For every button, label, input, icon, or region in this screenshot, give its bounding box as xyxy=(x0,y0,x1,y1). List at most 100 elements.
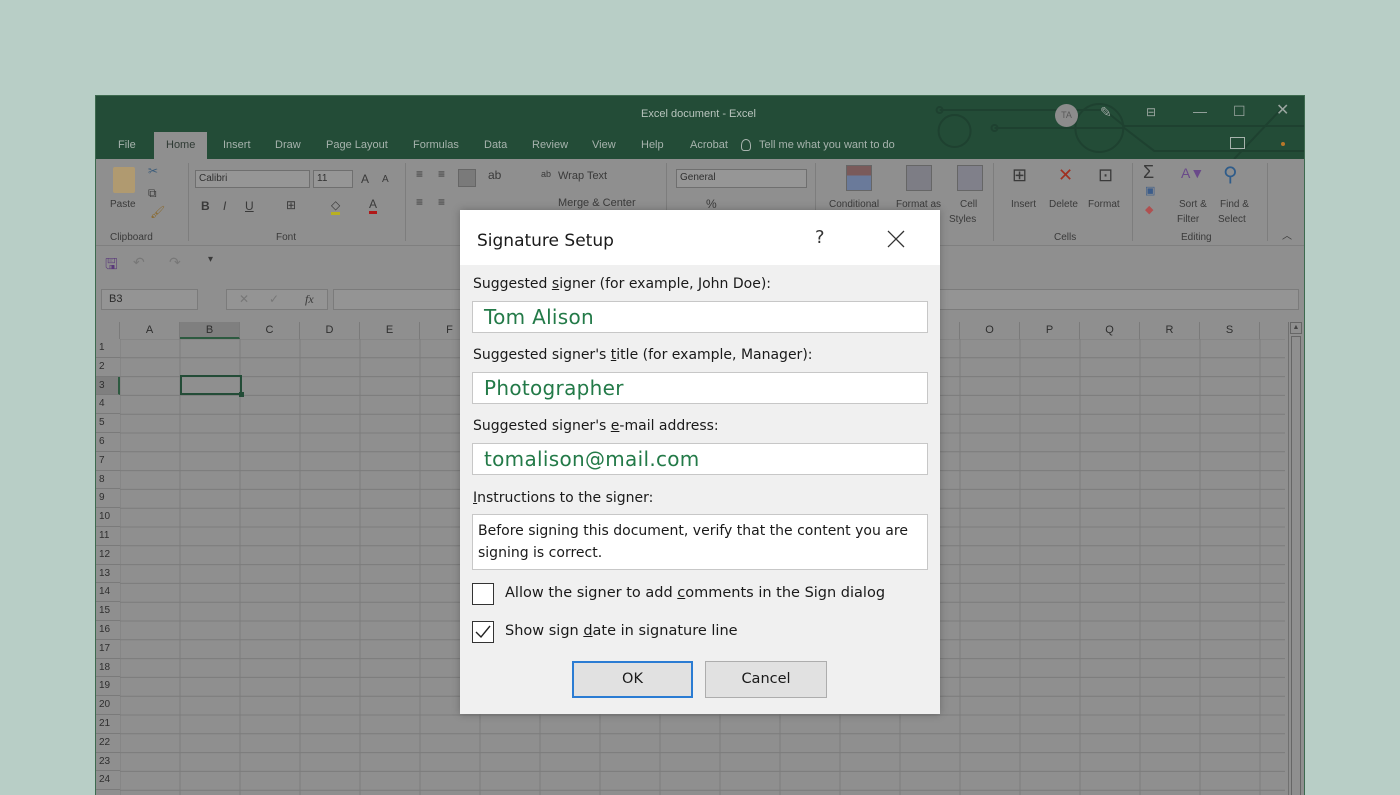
vertical-scrollbar[interactable]: ▲ xyxy=(1288,322,1302,795)
row-header-23[interactable]: 23 xyxy=(96,753,120,772)
copy-icon[interactable]: ⧉ xyxy=(148,186,157,201)
scroll-thumb[interactable] xyxy=(1291,336,1301,795)
row-header-9[interactable]: 9 xyxy=(96,489,120,509)
column-header-c[interactable]: C xyxy=(240,322,300,339)
row-header-15[interactable]: 15 xyxy=(96,602,120,621)
instructions-textarea[interactable]: Before signing this document, verify tha… xyxy=(472,514,928,570)
select-all-corner[interactable] xyxy=(96,322,120,339)
row-header-1[interactable]: 1 xyxy=(96,339,120,358)
row-header-19[interactable]: 19 xyxy=(96,677,120,697)
row-header-22[interactable]: 22 xyxy=(96,734,120,753)
cell-styles-button-line2[interactable]: Styles xyxy=(949,214,976,225)
fill-icon[interactable]: ▣ xyxy=(1145,184,1155,197)
conditional-formatting-icon[interactable] xyxy=(846,165,872,191)
row-header-3[interactable]: 3 xyxy=(96,376,120,396)
row-header-12[interactable]: 12 xyxy=(96,546,120,565)
row-header-16[interactable]: 16 xyxy=(96,621,120,640)
tab-acrobat[interactable]: Acrobat xyxy=(688,132,730,159)
decrease-font-icon[interactable]: A xyxy=(382,174,389,185)
row-header-17[interactable]: 17 xyxy=(96,640,120,659)
conditional-formatting-button[interactable]: Conditional xyxy=(829,199,879,210)
signer-title-input[interactable]: Photographer xyxy=(472,372,928,404)
find-select-button[interactable]: Find & xyxy=(1220,199,1249,210)
column-header-o[interactable]: O xyxy=(960,322,1020,339)
percent-button[interactable]: % xyxy=(706,197,717,211)
tab-data[interactable]: Data xyxy=(482,132,509,159)
signer-email-input[interactable]: tomalison@mail.com xyxy=(472,443,928,475)
sort-filter-button[interactable]: Sort & xyxy=(1179,199,1207,210)
column-header-d[interactable]: D xyxy=(300,322,360,339)
format-painter-icon[interactable]: 🖌 xyxy=(150,205,165,219)
number-format-select[interactable]: General xyxy=(676,169,807,188)
close-dialog-icon[interactable] xyxy=(885,228,907,250)
pen-icon[interactable]: ✎ xyxy=(1100,105,1112,119)
column-header-r[interactable]: R xyxy=(1140,322,1200,339)
align-left-icon[interactable]: ≡ xyxy=(416,195,423,209)
cell-styles-icon[interactable] xyxy=(957,165,983,191)
increase-font-icon[interactable]: A xyxy=(361,172,369,186)
clear-icon[interactable]: ◆ xyxy=(1145,203,1153,216)
italic-button[interactable]: I xyxy=(223,199,226,213)
insert-cells-icon[interactable]: ⊞ xyxy=(1012,165,1027,186)
tell-me-search[interactable]: Tell me what you want to do xyxy=(759,132,895,159)
save-icon[interactable]: 🖫 xyxy=(105,254,118,279)
confirm-entry-icon[interactable]: ✓ xyxy=(269,292,279,306)
selected-cell-b3[interactable] xyxy=(180,375,244,397)
name-box[interactable]: B3 xyxy=(101,289,198,310)
row-header-10[interactable]: 10 xyxy=(96,508,120,527)
column-header-a[interactable]: A xyxy=(120,322,180,339)
row-header-11[interactable]: 11 xyxy=(96,527,120,546)
minimize-icon[interactable]: — xyxy=(1193,104,1207,118)
borders-icon[interactable]: ⊞ xyxy=(286,198,296,212)
autosum-icon[interactable]: Σ xyxy=(1143,162,1154,183)
close-icon[interactable]: ✕ xyxy=(1276,103,1289,119)
row-header-6[interactable]: 6 xyxy=(96,433,120,452)
delete-cells-button[interactable]: Delete xyxy=(1049,199,1078,210)
tab-page-layout[interactable]: Page Layout xyxy=(324,132,390,159)
customize-qat-icon[interactable]: ▾ xyxy=(208,254,213,265)
format-cells-icon[interactable]: ⊡ xyxy=(1098,165,1113,186)
tab-formulas[interactable]: Formulas xyxy=(411,132,461,159)
comments-icon[interactable] xyxy=(1230,137,1245,149)
column-header-q[interactable]: Q xyxy=(1080,322,1140,339)
insert-function-icon[interactable]: fx xyxy=(305,292,314,307)
align-bottom-icon[interactable] xyxy=(458,169,476,187)
merge-center-button[interactable]: Merge & Center xyxy=(558,197,636,209)
undo-icon[interactable]: ↶ xyxy=(133,254,145,271)
sort-filter-button-line2[interactable]: Filter xyxy=(1177,214,1199,225)
find-select-button-line2[interactable]: Select xyxy=(1218,214,1246,225)
font-size-select[interactable]: 11 xyxy=(313,170,353,188)
align-center-icon[interactable]: ≡ xyxy=(438,195,445,209)
row-header-21[interactable]: 21 xyxy=(96,715,120,734)
row-header-7[interactable]: 7 xyxy=(96,452,120,471)
cut-icon[interactable]: ✂ xyxy=(148,164,158,178)
bold-button[interactable]: B xyxy=(201,199,210,213)
font-name-select[interactable]: Calibri xyxy=(195,170,310,188)
row-header-2[interactable]: 2 xyxy=(96,358,120,377)
row-header-5[interactable]: 5 xyxy=(96,414,120,433)
format-as-table-icon[interactable] xyxy=(906,165,932,191)
align-top-icon[interactable]: ≡ xyxy=(416,167,423,181)
tab-insert[interactable]: Insert xyxy=(221,132,253,159)
row-header-24[interactable]: 24 xyxy=(96,771,120,791)
row-header-20[interactable]: 20 xyxy=(96,696,120,715)
tab-help[interactable]: Help xyxy=(639,132,666,159)
ribbon-display-icon[interactable]: ⊟ xyxy=(1146,105,1156,119)
insert-cells-button[interactable]: Insert xyxy=(1011,199,1036,210)
allow-comments-checkbox[interactable] xyxy=(472,583,494,605)
tab-view[interactable]: View xyxy=(590,132,618,159)
cell-styles-button[interactable]: Cell xyxy=(960,199,977,210)
paste-icon[interactable] xyxy=(113,167,135,193)
row-header-13[interactable]: 13 xyxy=(96,565,120,584)
column-header-e[interactable]: E xyxy=(360,322,420,339)
user-avatar[interactable]: TA xyxy=(1055,104,1078,127)
tab-home[interactable]: Home xyxy=(154,132,208,159)
tab-review[interactable]: Review xyxy=(530,132,570,159)
collapse-ribbon-icon[interactable]: ︿ xyxy=(1282,227,1292,242)
maximize-icon[interactable]: ☐ xyxy=(1233,104,1246,118)
fill-handle[interactable] xyxy=(239,392,244,397)
delete-cells-icon[interactable]: ✕ xyxy=(1058,165,1073,186)
wrap-text-button[interactable]: Wrap Text xyxy=(558,170,607,182)
ok-button[interactable]: OK xyxy=(572,661,693,698)
suggested-signer-input[interactable]: Tom Alison xyxy=(472,301,928,333)
